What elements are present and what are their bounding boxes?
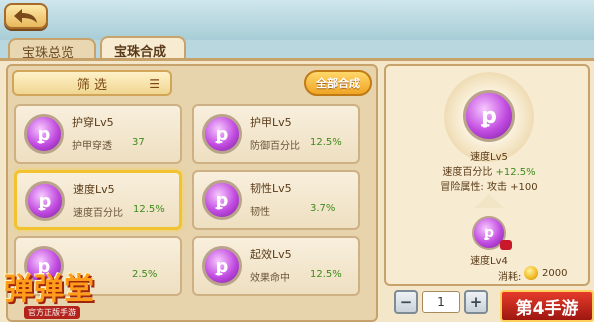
back-button[interactable]: [4, 3, 48, 29]
gem-value: 2.5%: [132, 269, 158, 280]
filter-label: 筛 选: [76, 77, 108, 93]
gem-icon: ꝑ: [25, 181, 65, 221]
gem-attr: 防御百分比: [250, 141, 300, 152]
gem-card-2[interactable]: ꝑ 护甲Lv5 防御百分比 12.5%: [192, 104, 360, 164]
gem-attr: 效果命中: [250, 273, 290, 284]
gem-value: 12.5%: [310, 137, 342, 148]
menu-icon: ☰: [149, 77, 160, 91]
gem-card-3-selected[interactable]: ꝑ 速度Lv5 速度百分比 12.5%: [14, 170, 182, 230]
gem-name: 韧性Lv5: [250, 182, 292, 195]
gem-name: 护甲Lv5: [250, 116, 292, 129]
detail-attr-label: 速度百分比: [442, 167, 493, 178]
detail-gem-name: 速度Lv5: [470, 152, 508, 163]
gem-icon: ꝑ: [202, 180, 242, 220]
gem-icon: ꝑ: [24, 114, 64, 154]
detail-attr-value: +12.5%: [495, 167, 536, 178]
game-logo-text: 弹弹堂: [4, 272, 94, 307]
combine-all-button[interactable]: 全部合成: [304, 70, 372, 96]
gem-name: 速度Lv5: [73, 183, 115, 196]
gem-value: 12.5%: [133, 204, 165, 215]
gem-attr: 护甲穿透: [72, 141, 112, 152]
game-logo-subtitle: 官方正版手游: [24, 306, 80, 319]
gem-detail-panel: ꝑ 速度Lv5 速度百分比 +12.5% 冒险属性: 攻击 +100 ꝑ 速度L…: [384, 64, 590, 286]
selected-gem-icon: ꝑ: [463, 90, 515, 142]
gem-value: 3.7%: [310, 203, 336, 214]
top-bar: [0, 0, 594, 40]
gem-name: 起效Lv5: [250, 248, 292, 261]
cost-value: 2000: [542, 268, 568, 279]
game-logo: 弹弹堂 官方正版手游: [0, 244, 128, 322]
detail-gem-attr: 速度百分比 +12.5%: [386, 163, 592, 178]
source-gem-name: 速度Lv4: [470, 256, 508, 267]
gem-icon: ꝑ: [202, 114, 242, 154]
gem-value: 37: [132, 137, 145, 148]
quantity-value[interactable]: 1: [422, 291, 460, 313]
gem-card-6[interactable]: ꝑ 起效Lv5 效果命中 12.5%: [192, 236, 360, 296]
gem-name: 护穿Lv5: [72, 116, 114, 129]
detail-adventure-attr: 冒险属性: 攻击 +100: [440, 182, 538, 193]
gem-icon: ꝑ: [202, 246, 242, 286]
gem-card-4[interactable]: ꝑ 韧性Lv5 韧性 3.7%: [192, 170, 360, 230]
cost-label: 消耗:: [498, 272, 522, 283]
back-arrow-icon: [14, 9, 37, 23]
coin-icon: [524, 266, 538, 280]
source-gem-badge: [500, 240, 512, 250]
upgrade-arrow-icon: [474, 194, 504, 208]
increase-button[interactable]: +: [464, 290, 488, 314]
gem-attr: 韧性: [250, 207, 270, 218]
gem-attr: 速度百分比: [73, 208, 123, 219]
decrease-button[interactable]: −: [394, 290, 418, 314]
gem-value: 12.5%: [310, 269, 342, 280]
site-watermark: 第4手游: [500, 290, 594, 322]
gem-card-1[interactable]: ꝑ 护穿Lv5 护甲穿透 37: [14, 104, 182, 164]
filter-button[interactable]: 筛 选 ☰: [12, 70, 172, 96]
